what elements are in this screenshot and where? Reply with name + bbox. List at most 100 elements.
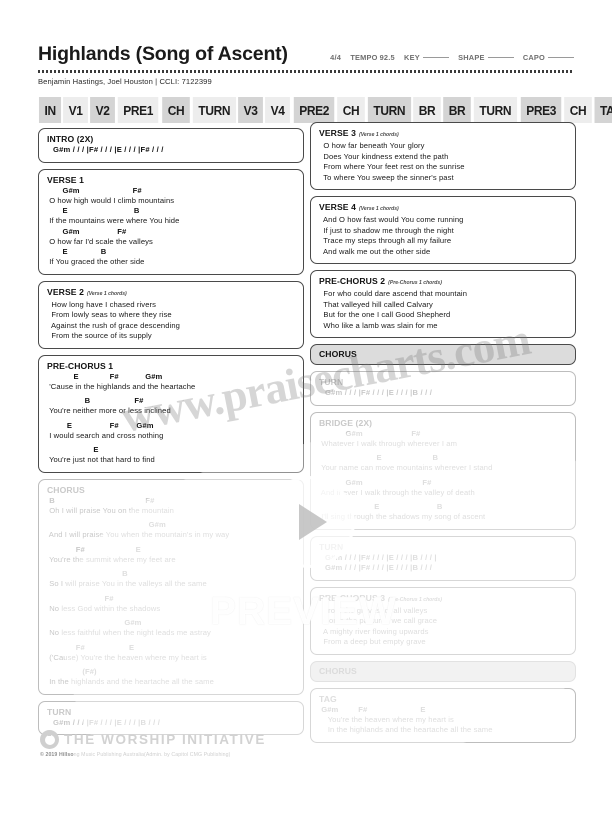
- section-verse-1: VERSE 1 G#m F# O how high would I climb …: [38, 168, 304, 275]
- arrangement-item-turn-13[interactable]: TURN: [474, 97, 518, 123]
- arrangement-bar: IN V1 V2 PRE1 CH TURN V3 V4 PRE2 CH TURN BR BR TURN PR…: [38, 97, 612, 123]
- lyric-line: And if ever I walk through the valley of…: [319, 487, 475, 497]
- copyright-rest: ng Music Publishing Australia(Admin. by …: [73, 752, 231, 758]
- authors-ccli: Benjamin Hastings, Joel Houston | CCLI: …: [38, 77, 212, 86]
- worship-initiative-brand: THE WORSHIP INITIATIVE: [40, 730, 460, 749]
- section-chorus-reference-2: CHORUS: [310, 660, 576, 682]
- chart-header: Highlands (Song of Ascent) 4/4 TEMPO 92.5…: [38, 42, 574, 86]
- section-label: CHORUS: [319, 349, 357, 359]
- section-label: VERSE 4 (Verse 1 chords): [319, 202, 567, 215]
- arrangement-item-ch-15[interactable]: CH: [564, 97, 593, 123]
- lyric-line: O how high would I climb mountains: [47, 195, 175, 205]
- shape-label: SHAPE: [458, 53, 485, 62]
- section-pre-chorus-3: PRE-CHORUS 3 (Pre-Chorus 1 chords) From t…: [310, 586, 576, 655]
- key-label: KEY: [404, 53, 420, 62]
- chord-line: F# E: [47, 544, 141, 554]
- lyric-line: From a deep but empty grave: [319, 637, 426, 646]
- section-label: TURN: [47, 706, 72, 717]
- verse-2-body: How long have I chased rivers From lowly…: [47, 300, 295, 342]
- arrangement-item-tag-16[interactable]: TAG: [594, 97, 612, 123]
- arrangement-item-pre1-3[interactable]: PRE1: [118, 97, 160, 123]
- lyric-line: From the source of its supply: [47, 331, 152, 340]
- section-label: PRE-CHORUS 1: [47, 360, 114, 371]
- lyric-line: You're the heaven where my heart is: [319, 714, 454, 724]
- chord-line: F# E: [47, 642, 135, 652]
- chord-line: E B: [47, 206, 140, 215]
- chord-line: G#m F#: [47, 185, 142, 195]
- section-label-text: PRE-CHORUS 2: [319, 276, 386, 286]
- capo-blank[interactable]: [548, 50, 574, 58]
- section-label-text: VERSE 2: [47, 286, 85, 297]
- capo-label: CAPO: [522, 53, 545, 62]
- chord-line: G#m F# E: [319, 704, 426, 714]
- lyric-line: A mighty river flowing upwards: [319, 626, 429, 636]
- arrangement-item-v2-2[interactable]: V2: [90, 97, 116, 123]
- lyric-line: And O how fast would You come running: [319, 215, 464, 224]
- arrangement-item-v1-1[interactable]: V1: [63, 97, 89, 123]
- chord-line: E B: [47, 247, 107, 256]
- lyric-line: ('Cause) You're the heaven where my hear…: [47, 652, 207, 662]
- lyric-line: If the mountains were where You hide: [47, 216, 180, 225]
- lyric-line: Trace my steps through all my failure: [319, 236, 452, 245]
- section-note: (Pre-Chorus 1 chords): [388, 280, 442, 286]
- section-note: (Verse 1 chords): [87, 290, 127, 297]
- lyric-line: You're neither more or less inclined: [47, 406, 171, 415]
- chord-line: F#: [47, 593, 114, 603]
- chord-line: G#m: [47, 618, 142, 627]
- lyric-line: In the highlands and the heartache all t…: [47, 677, 214, 686]
- lyric-line: O how far I'd scale the valleys: [47, 236, 153, 246]
- lyric-line: Does Your kindness extend the path: [319, 151, 449, 161]
- chord-progression-line-1: G#m / / / |F# / / / |E / / / |B / / / |: [325, 552, 437, 562]
- arrangement-item-ch-9[interactable]: CH: [337, 97, 365, 123]
- arrangement-item-pre2-8[interactable]: PRE2: [293, 97, 335, 123]
- lyric-line: If You graced the other side: [47, 257, 145, 266]
- arrangement-item-turn-10[interactable]: TURN: [367, 97, 411, 123]
- lyric-line: You're the summit where my feet are: [47, 554, 176, 564]
- chord-line: G#m F#: [319, 477, 432, 487]
- lyric-line: If just to shadow me through the night: [319, 225, 454, 235]
- lyric-line: I would search and cross nothing: [47, 430, 164, 440]
- section-label: VERSE 1: [47, 174, 85, 185]
- section-verse-3: VERSE 3 (Verse 1 chords) O how far beneat…: [310, 122, 576, 190]
- chord-line: G#m F#: [47, 226, 127, 236]
- key-blank[interactable]: [422, 50, 449, 58]
- arrangement-item-br-11[interactable]: BR: [413, 97, 442, 123]
- shape-blank[interactable]: [487, 50, 514, 58]
- section-label: CHORUS: [47, 484, 85, 495]
- arrangement-item-ch-4[interactable]: CH: [161, 97, 190, 123]
- arrangement-item-v3-6[interactable]: V3: [238, 97, 264, 123]
- lyric-line: From the gravest of all valleys: [319, 605, 428, 615]
- arrangement-item-pre3-14[interactable]: PRE3: [520, 97, 562, 123]
- section-label: VERSE 2 (Verse 1 chords): [47, 287, 295, 300]
- lyric-line: Whatever I walk through wherever I am: [319, 438, 458, 448]
- section-intro: INTRO (2X) G#m / / / |F# / / / |E / / / …: [38, 128, 304, 163]
- lyric-line: How long have I chased rivers: [47, 299, 157, 309]
- chart-metadata: 4/4 TEMPO 92.5 KEY SHAPE CAPO: [323, 50, 574, 62]
- chord-line: E F# G#m: [47, 420, 154, 430]
- arrangement-item-v4-7[interactable]: V4: [265, 97, 291, 123]
- lyric-line: 'Cause in the highlands and the heartach…: [47, 381, 196, 391]
- arrangement-item-turn-5[interactable]: TURN: [192, 97, 236, 123]
- lyric-line: But for the one I call Good Shepherd: [319, 310, 451, 319]
- section-label-text: VERSE 3: [319, 128, 357, 138]
- section-label: TURN: [319, 541, 344, 552]
- lyric-line: Against the rush of grace descending: [47, 320, 180, 330]
- lyric-line: Who like a lamb was slain for me: [319, 320, 438, 330]
- arrangement-item-br-12[interactable]: BR: [443, 97, 472, 123]
- header-divider: [38, 70, 574, 73]
- lyric-line: So I will praise You in the valleys all …: [47, 579, 207, 588]
- meter-value: 4/4: [330, 53, 342, 62]
- section-label: TURN: [319, 377, 344, 387]
- chord-line: B: [47, 569, 128, 578]
- section-label: BRIDGE (2X): [319, 417, 373, 428]
- arrangement-item-in-0[interactable]: IN: [38, 97, 62, 123]
- chord-line: B F#: [47, 495, 155, 505]
- chord-progression: G#m / / / |F# / / / |E / / / |F# / / /: [53, 145, 164, 154]
- chord-line: E B: [319, 453, 439, 462]
- section-label: VERSE 3 (Verse 1 chords): [319, 128, 567, 141]
- lyric-line: Come the pastures we call grace: [319, 616, 438, 625]
- section-bridge: BRIDGE (2X) G#m F# Whatever I walk throu…: [310, 411, 576, 530]
- verse-1-body: G#m F# O how high would I climb mountain…: [47, 186, 295, 268]
- chord-line: G#m F#: [319, 428, 421, 438]
- chord-line: B F#: [47, 396, 144, 405]
